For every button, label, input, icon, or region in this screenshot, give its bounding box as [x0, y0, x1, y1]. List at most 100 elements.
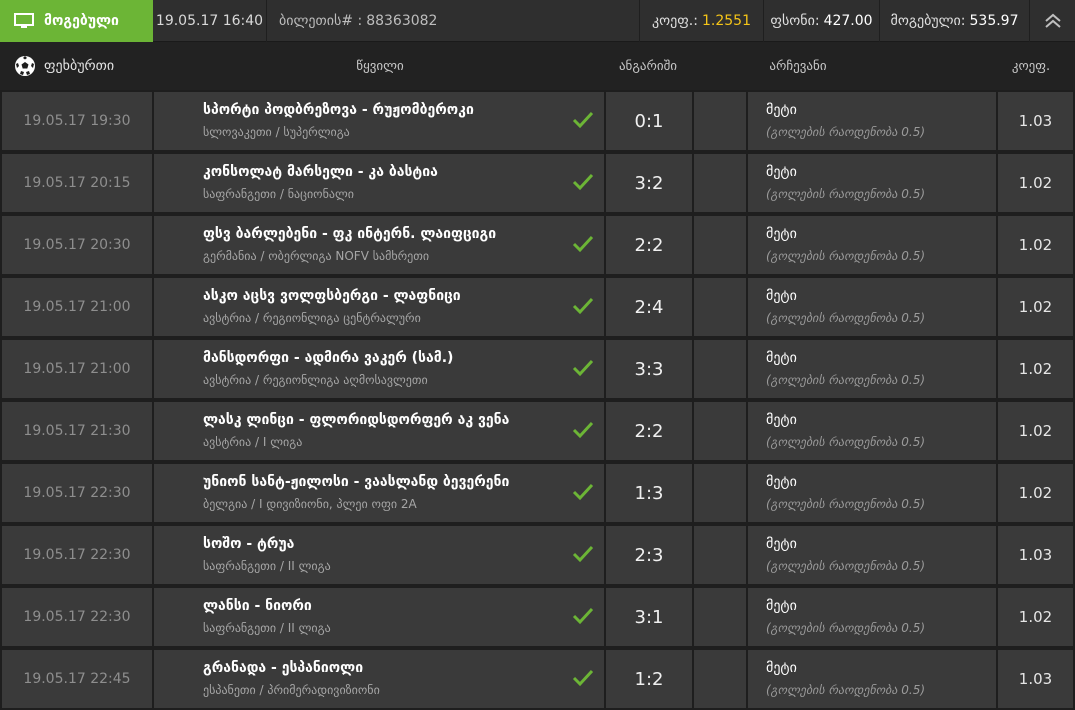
spacer-cell: [694, 154, 746, 212]
pick-detail: (გოლების რაოდენობა 0.5): [766, 559, 926, 573]
table-row: 19.05.17 22:45 გრანადა - ესპანიოლი ესპან…: [0, 648, 1075, 710]
check-icon: [572, 173, 594, 191]
spacer-cell: [694, 526, 746, 584]
winnings-value: 535.97: [969, 13, 1019, 29]
event-datetime: 19.05.17 19:30: [2, 92, 152, 150]
event-datetime: 19.05.17 21:00: [2, 278, 152, 336]
event-odd: 1.02: [998, 464, 1073, 522]
collapse-button[interactable]: [1030, 0, 1075, 42]
pick-detail: (გოლების რაოდენობა 0.5): [766, 621, 926, 635]
pick-name: მეტი: [766, 350, 797, 366]
event-score: 1:2: [606, 650, 692, 708]
event-score: 1:3: [606, 464, 692, 522]
sport-label: ფეხბურთი: [44, 58, 115, 74]
table-row: 19.05.17 22:30 სოშო - ტრუა საფრანგეთი / …: [0, 524, 1075, 586]
spacer-cell: [694, 278, 746, 336]
pick-detail: (გოლების რაოდენობა 0.5): [766, 435, 926, 449]
event-name: ასკო აცსვ ვოლფსბერგი - ლაფნიცი: [203, 288, 461, 304]
pick-cell: მეტი (გოლების რაოდენობა 0.5): [748, 92, 996, 150]
event-name: კონსოლატ მარსელი - კა ბასტია: [203, 164, 438, 180]
check-icon: [572, 607, 594, 625]
check-icon: [572, 235, 594, 253]
winnings: მოგებული: 535.97: [880, 0, 1030, 42]
event-name: ლასკ ლინცი - ფლორიდსდორფერ აკ ვენა: [203, 412, 510, 428]
pick-cell: მეტი (გოლების რაოდენობა 0.5): [748, 216, 996, 274]
total-odds-value: 1.2551: [701, 13, 751, 29]
pick-cell: მეტი (გოლების რაოდენობა 0.5): [748, 526, 996, 584]
event-datetime: 19.05.17 21:30: [2, 402, 152, 460]
event-datetime: 19.05.17 20:30: [2, 216, 152, 274]
event-datetime: 19.05.17 20:15: [2, 154, 152, 212]
table-row: 19.05.17 20:15 კონსოლატ მარსელი - კა ბას…: [0, 152, 1075, 214]
pick-name: მეტი: [766, 102, 797, 118]
event-cell: ლასკ ლინცი - ფლორიდსდორფერ აკ ვენა ავსტრ…: [154, 402, 604, 460]
pick-detail: (გოლების რაოდენობა 0.5): [766, 249, 926, 263]
stake-value: 427.00: [823, 13, 873, 29]
pick-detail: (გოლების რაოდენობა 0.5): [766, 311, 926, 325]
ticket-header: მოგებული 19.05.17 16:40 ბილეთის# : 88363…: [0, 0, 1075, 42]
monitor-icon: [14, 13, 34, 28]
event-league: ბელგია / I დივიზიონი, პლეი ოფი 2A: [203, 497, 417, 511]
col-odd: კოეფ.: [1011, 58, 1051, 74]
event-score: 3:2: [606, 154, 692, 212]
table-row: 19.05.17 21:00 ასკო აცსვ ვოლფსბერგი - ლა…: [0, 276, 1075, 338]
event-odd: 1.03: [998, 526, 1073, 584]
pick-name: მეტი: [766, 164, 797, 180]
pick-detail: (გოლების რაოდენობა 0.5): [766, 187, 926, 201]
ticket-number: ბილეთის# : 88363082: [267, 0, 640, 42]
check-icon: [572, 545, 594, 563]
event-cell: მანსდორფი - ადმირა ვაკერ (სამ.) ავსტრია …: [154, 340, 604, 398]
pick-name: მეტი: [766, 226, 797, 242]
ticket-number-value: 88363082: [366, 13, 438, 29]
table-row: 19.05.17 19:30 სპორტი პოდბრეზოვა - რუჟომ…: [0, 90, 1075, 152]
stake-label: ფსონი:: [770, 13, 820, 29]
event-league: საფრანგეთი / ნაციონალი: [203, 187, 354, 201]
event-league: საფრანგეთი / II ლიგა: [203, 559, 331, 573]
pick-name: მეტი: [766, 536, 797, 552]
event-name: სპორტი პოდბრეზოვა - რუჟომბეროკი: [203, 102, 474, 118]
event-cell: ასკო აცსვ ვოლფსბერგი - ლაფნიცი ავსტრია /…: [154, 278, 604, 336]
event-cell: გრანადა - ესპანიოლი ესპანეთი / პრიმერადი…: [154, 650, 604, 708]
table-row: 19.05.17 21:30 ლასკ ლინცი - ფლორიდსდორფე…: [0, 400, 1075, 462]
event-score: 0:1: [606, 92, 692, 150]
event-league: ავსტრია / რეგიონლიგა აღმოსავლეთი: [203, 373, 428, 387]
event-cell: ლანსი - ნიორი საფრანგეთი / II ლიგა: [154, 588, 604, 646]
event-score: 2:4: [606, 278, 692, 336]
event-cell: უნიონ სანტ-ჟილოსი - ვაასლანდ ბევერენი ბე…: [154, 464, 604, 522]
event-odd: 1.02: [998, 154, 1073, 212]
event-score: 2:2: [606, 402, 692, 460]
check-icon: [572, 483, 594, 501]
event-cell: სოშო - ტრუა საფრანგეთი / II ლიგა: [154, 526, 604, 584]
pick-detail: (გოლების რაოდენობა 0.5): [766, 373, 926, 387]
total-odds-label: კოეფ.:: [652, 13, 698, 29]
soccer-ball-icon: [15, 56, 35, 76]
pick-cell: მეტი (გოლების რაოდენობა 0.5): [748, 588, 996, 646]
total-odds: კოეფ.: 1.2551: [640, 0, 764, 42]
check-icon: [572, 359, 594, 377]
event-league: ესპანეთი / პრიმერადივიზიონი: [203, 683, 380, 697]
spacer-cell: [694, 92, 746, 150]
pick-cell: მეტი (გოლების რაოდენობა 0.5): [748, 340, 996, 398]
event-league: სლოვაკეთი / სუპერლიგა: [203, 125, 350, 139]
pick-name: მეტი: [766, 288, 797, 304]
check-icon: [572, 111, 594, 129]
event-cell: კონსოლატ მარსელი - კა ბასტია საფრანგეთი …: [154, 154, 604, 212]
pick-detail: (გოლების რაოდენობა 0.5): [766, 125, 926, 139]
status-tab[interactable]: მოგებული: [0, 0, 153, 42]
event-odd: 1.03: [998, 92, 1073, 150]
event-score: 3:1: [606, 588, 692, 646]
pick-cell: მეტი (გოლების რაოდენობა 0.5): [748, 650, 996, 708]
event-odd: 1.02: [998, 340, 1073, 398]
col-pick: არჩევანი: [769, 58, 827, 74]
check-icon: [572, 297, 594, 315]
check-icon: [572, 421, 594, 439]
pick-cell: მეტი (გოლების რაოდენობა 0.5): [748, 402, 996, 460]
spacer-cell: [694, 340, 746, 398]
column-header: ფეხბურთი წყვილი ანგარიში არჩევანი კოეფ.: [0, 42, 1075, 90]
pick-name: მეტი: [766, 598, 797, 614]
ticket-number-label: ბილეთის# :: [279, 13, 363, 29]
table-row: 19.05.17 20:30 ფსვ ბარლებენი - ფკ ინტერნ…: [0, 214, 1075, 276]
winnings-label: მოგებული:: [890, 13, 966, 29]
event-name: ფსვ ბარლებენი - ფკ ინტერნ. ლაიფციგი: [203, 226, 497, 242]
event-datetime: 19.05.17 22:30: [2, 464, 152, 522]
